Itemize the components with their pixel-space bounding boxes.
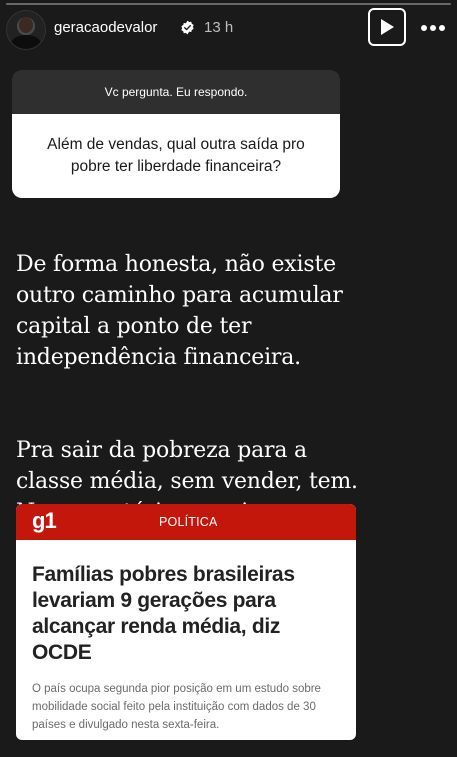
post-time: 13 h <box>204 19 234 36</box>
news-section: POLÍTICA <box>159 515 218 529</box>
question-sticker-title: Vc pergunta. Eu respondo. <box>12 70 340 114</box>
news-card[interactable]: g1 POLÍTICA Famílias pobres brasileiras … <box>16 504 356 740</box>
answer-paragraph-1: De forma honesta, não existe outro camin… <box>16 252 343 370</box>
verified-badge-icon <box>181 20 194 35</box>
story-header: geracaodevalor 13 h <box>0 0 457 58</box>
g1-logo: g1 <box>32 508 57 533</box>
more-options-icon <box>421 25 427 31</box>
question-sticker: Vc pergunta. Eu respondo. Além de vendas… <box>12 70 340 198</box>
more-options-button[interactable] <box>416 14 450 42</box>
question-text: Além de vendas, qual outra saída pro pob… <box>12 114 340 198</box>
news-card-header: g1 POLÍTICA <box>16 504 356 540</box>
avatar[interactable] <box>6 10 46 50</box>
play-icon <box>381 19 394 35</box>
username[interactable]: geracaodevalor <box>54 19 157 36</box>
news-summary: O país ocupa segunda pior posição em um … <box>32 683 321 731</box>
play-button[interactable] <box>368 8 406 46</box>
news-headline: Famílias pobres brasileiras levariam 9 g… <box>32 563 295 664</box>
